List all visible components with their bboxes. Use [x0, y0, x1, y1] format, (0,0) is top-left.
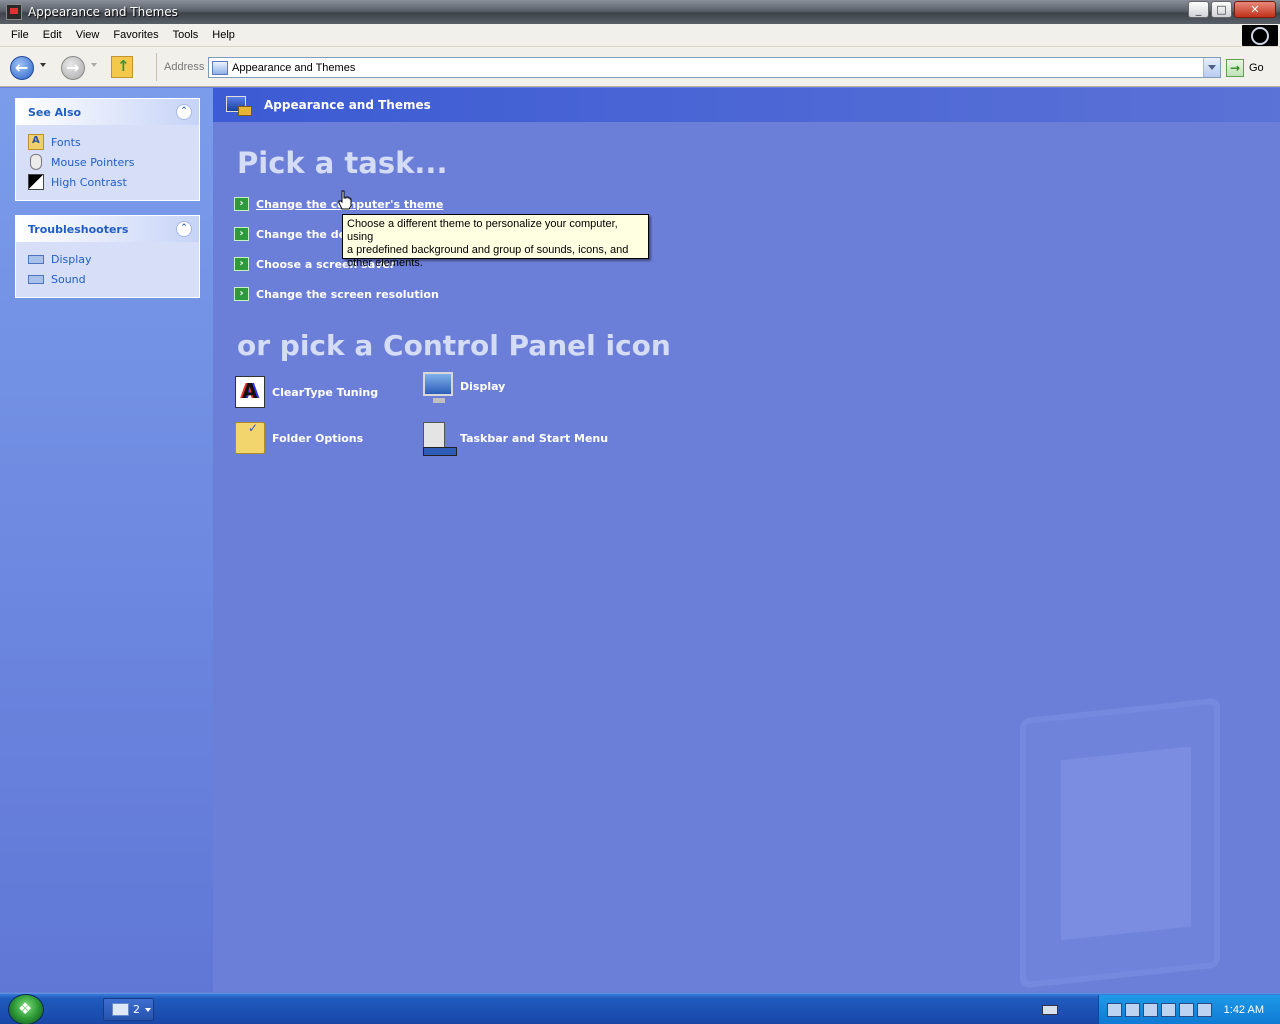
- appearance-themes-icon: [224, 92, 252, 118]
- back-dropdown-icon[interactable]: [40, 63, 46, 67]
- taskbar-group-count: 2: [133, 1003, 140, 1016]
- troubleshooters-box: Troubleshooters ⌃ Display Sound: [15, 215, 200, 298]
- tray-monitor-icon[interactable]: [1161, 1002, 1176, 1017]
- window-title: Appearance and Themes: [28, 5, 178, 19]
- close-button[interactable]: ✕: [1234, 1, 1276, 18]
- mouse-icon: [30, 154, 42, 170]
- menu-bar: File Edit View Favorites Tools Help: [0, 24, 1280, 47]
- window-controls: _ □ ✕: [1188, 1, 1276, 18]
- address-label: Address: [164, 61, 205, 73]
- tooltip-line-2: a predefined background and group of sou…: [347, 244, 629, 256]
- cp-cleartype-tuning[interactable]: ClearType Tuning: [235, 376, 378, 408]
- task-arrow-icon: ›: [234, 257, 249, 271]
- cp-cleartype-label[interactable]: ClearType Tuning: [272, 386, 378, 399]
- troubleshooter-display-label[interactable]: Display: [51, 253, 92, 266]
- troubleshooter-icon: [28, 254, 44, 264]
- address-dropdown-button[interactable]: [1203, 58, 1220, 77]
- cp-taskbar-label[interactable]: Taskbar and Start Menu: [460, 432, 608, 445]
- start-button[interactable]: [8, 994, 44, 1024]
- cp-folder-options[interactable]: Folder Options: [235, 421, 363, 454]
- troubleshooter-sound-label[interactable]: Sound: [51, 273, 86, 286]
- chevron-down-icon: [145, 1007, 151, 1012]
- system-tray: 1:42 AM: [1098, 995, 1280, 1024]
- forward-dropdown-icon[interactable]: [91, 63, 97, 67]
- go-button[interactable]: → Go: [1226, 57, 1274, 78]
- troubleshooters-header[interactable]: Troubleshooters ⌃: [16, 216, 199, 242]
- tooltip-line-1: Choose a different theme to personalize …: [347, 218, 618, 243]
- up-folder-button[interactable]: [111, 56, 133, 78]
- task-screen-resolution[interactable]: › Change the screen resolution: [234, 279, 458, 309]
- troubleshooter-sound[interactable]: Sound: [28, 269, 189, 289]
- collapse-chevron-icon[interactable]: ⌃: [176, 104, 192, 120]
- category-header: Appearance and Themes: [213, 88, 1280, 122]
- clock[interactable]: 1:42 AM: [1224, 1004, 1264, 1016]
- see-also-fonts[interactable]: Fonts: [28, 132, 189, 152]
- taskbar-icon[interactable]: [423, 422, 457, 456]
- menu-file[interactable]: File: [4, 27, 36, 43]
- tray-app-icon[interactable]: [1179, 1002, 1194, 1017]
- cp-display-label[interactable]: Display: [460, 380, 505, 393]
- taskbar: 2 1:42 AM: [0, 993, 1280, 1024]
- watermark-icon: [1020, 697, 1220, 989]
- cp-folder-options-label[interactable]: Folder Options: [272, 432, 363, 445]
- menu-tools[interactable]: Tools: [166, 27, 206, 43]
- back-button[interactable]: [10, 56, 34, 80]
- go-arrow-icon[interactable]: →: [1226, 58, 1244, 77]
- title-bar[interactable]: Appearance and Themes _ □ ✕: [0, 0, 1280, 24]
- cp-display[interactable]: Display: [423, 372, 505, 403]
- explorer-window-icon: [112, 1003, 129, 1016]
- task-screen-resolution-label[interactable]: Change the screen resolution: [256, 288, 439, 301]
- address-value[interactable]: Appearance and Themes: [232, 62, 355, 74]
- toolbar-divider: [156, 53, 157, 81]
- folder-options-icon[interactable]: [235, 421, 265, 454]
- display-icon[interactable]: [423, 372, 453, 403]
- control-panel-icon-heading: or pick a Control Panel icon: [237, 329, 671, 362]
- high-contrast-icon: [28, 174, 44, 190]
- see-also-high-contrast[interactable]: High Contrast: [28, 172, 189, 192]
- keyboard-language-icon[interactable]: [1042, 1005, 1058, 1015]
- collapse-chevron-icon[interactable]: ⌃: [176, 221, 192, 237]
- task-arrow-icon: ›: [234, 227, 249, 241]
- forward-button[interactable]: [61, 56, 85, 80]
- maximize-button[interactable]: □: [1211, 1, 1232, 18]
- control-panel-icon: [212, 60, 228, 75]
- see-also-header[interactable]: See Also ⌃: [16, 99, 199, 125]
- menu-favorites[interactable]: Favorites: [106, 27, 165, 43]
- windows-logo-icon: [1242, 25, 1278, 46]
- task-pane: See Also ⌃ Fonts Mouse Pointers High Con…: [0, 88, 213, 992]
- hand-cursor-icon: [338, 190, 352, 210]
- go-label[interactable]: Go: [1249, 62, 1264, 74]
- fonts-icon: [28, 134, 44, 150]
- troubleshooters-title: Troubleshooters: [28, 222, 129, 236]
- see-also-contrast-label[interactable]: High Contrast: [51, 176, 127, 189]
- taskbar-window-group[interactable]: 2: [103, 998, 154, 1021]
- troubleshooter-display[interactable]: Display: [28, 249, 189, 269]
- control-panel-app-icon[interactable]: [6, 4, 22, 20]
- tray-network-icon[interactable]: [1107, 1002, 1122, 1017]
- see-also-title: See Also: [28, 105, 82, 119]
- toolbar: Address Appearance and Themes → Go: [0, 47, 1280, 87]
- task-arrow-icon: ›: [234, 287, 249, 301]
- minimize-button[interactable]: _: [1188, 1, 1209, 18]
- cleartype-icon[interactable]: [235, 376, 265, 408]
- troubleshooter-icon: [28, 274, 44, 284]
- task-arrow-icon: ›: [234, 197, 249, 211]
- tooltip-line-3: other elements.: [347, 257, 423, 269]
- tray-window-icon[interactable]: [1125, 1002, 1140, 1017]
- tray-grid-icon[interactable]: [1143, 1002, 1158, 1017]
- address-bar[interactable]: Appearance and Themes: [208, 57, 1221, 78]
- pick-task-heading: Pick a task...: [237, 146, 448, 180]
- category-title: Appearance and Themes: [264, 98, 431, 112]
- menu-view[interactable]: View: [69, 27, 107, 43]
- tray-search-icon[interactable]: [1197, 1002, 1212, 1017]
- see-also-mouse-label[interactable]: Mouse Pointers: [51, 156, 135, 169]
- see-also-fonts-label[interactable]: Fonts: [51, 136, 81, 149]
- menu-help[interactable]: Help: [205, 27, 242, 43]
- cp-taskbar-start-menu[interactable]: Taskbar and Start Menu: [423, 422, 608, 456]
- see-also-box: See Also ⌃ Fonts Mouse Pointers High Con…: [15, 98, 200, 201]
- menu-edit[interactable]: Edit: [36, 27, 69, 43]
- task-tooltip: Choose a different theme to personalize …: [342, 214, 649, 269]
- see-also-mouse-pointers[interactable]: Mouse Pointers: [28, 152, 189, 172]
